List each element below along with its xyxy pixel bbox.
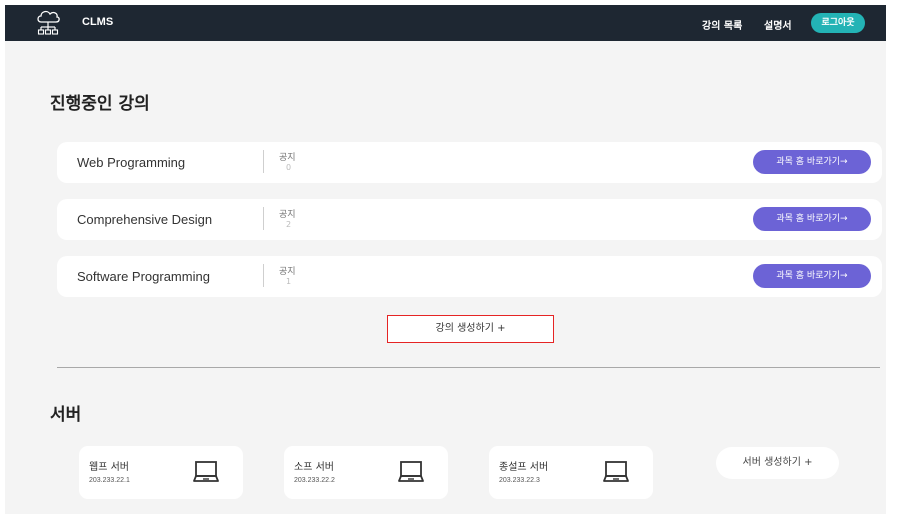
course-divider: [263, 264, 264, 287]
course-divider: [263, 207, 264, 230]
server-card[interactable]: 소프 서버 203.233.22.2: [284, 446, 448, 499]
course-divider: [263, 150, 264, 173]
nav-manual-link[interactable]: 설명서: [764, 17, 792, 32]
notice-label: 공지: [279, 153, 296, 163]
notice-count: 0: [286, 163, 292, 172]
servers-section-title: 서버: [50, 405, 82, 425]
laptop-icon: [193, 461, 219, 482]
server-card[interactable]: 종설프 서버 203.233.22.3: [489, 446, 653, 499]
server-card[interactable]: 웹프 서버 203.233.22.1: [79, 446, 243, 499]
cloud-network-icon[interactable]: [35, 8, 61, 38]
course-name: Software Programming: [77, 269, 210, 284]
course-name: Comprehensive Design: [77, 212, 213, 227]
course-home-button[interactable]: 과목 홈 바로가기→: [753, 150, 871, 174]
course-card: Comprehensive Design 공지 2 과목 홈 바로가기→: [57, 199, 882, 240]
courses-section-title: 진행중인 강의: [50, 94, 150, 114]
course-card: Software Programming 공지 1 과목 홈 바로가기→: [57, 256, 882, 297]
create-server-button[interactable]: 서버 생성하기 +: [716, 447, 839, 479]
course-card: Web Programming 공지 0 과목 홈 바로가기→: [57, 142, 882, 183]
server-name: 소프 서버: [294, 462, 334, 473]
server-ip: 203.233.22.3: [499, 477, 540, 484]
laptop-icon: [603, 461, 629, 482]
top-navbar: CLMS 강의 목록 설명서 로그아웃: [5, 5, 886, 41]
nav-course-list-link[interactable]: 강의 목록: [702, 17, 742, 32]
logout-button[interactable]: 로그아웃: [811, 13, 865, 33]
notice-label: 공지: [279, 210, 296, 220]
server-ip: 203.233.22.2: [294, 477, 335, 484]
app-title[interactable]: CLMS: [82, 16, 113, 28]
app-window: CLMS 강의 목록 설명서 로그아웃 진행중인 강의 Web Programm…: [5, 5, 886, 514]
notice-count: 2: [286, 220, 292, 229]
course-home-button[interactable]: 과목 홈 바로가기→: [753, 207, 871, 231]
server-ip: 203.233.22.1: [89, 477, 130, 484]
section-divider: [57, 367, 880, 368]
server-name: 웹프 서버: [89, 462, 129, 473]
notice-count: 1: [286, 277, 292, 286]
course-name: Web Programming: [77, 155, 186, 170]
notice-label: 공지: [279, 267, 296, 277]
course-home-button[interactable]: 과목 홈 바로가기→: [753, 264, 871, 288]
laptop-icon: [398, 461, 424, 482]
create-course-button[interactable]: 강의 생성하기 +: [387, 315, 554, 343]
server-name: 종설프 서버: [499, 462, 549, 473]
